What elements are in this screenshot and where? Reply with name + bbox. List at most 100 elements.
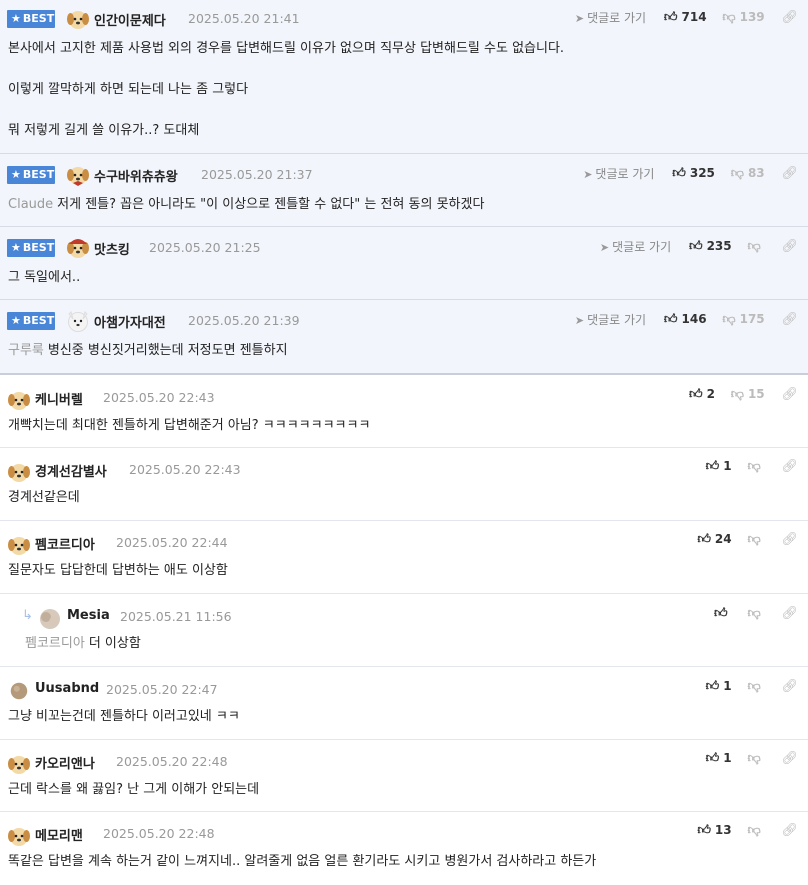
downvote-button[interactable]: 👎︎ — [747, 606, 764, 621]
avatar[interactable] — [38, 607, 62, 631]
nickname[interactable]: 펨코르디아 — [35, 534, 95, 553]
upvote-button[interactable]: 👍︎ 24 — [697, 532, 731, 547]
thumb-up-icon: 👍︎ — [688, 239, 703, 254]
thumb-down-icon: 👎︎ — [747, 606, 761, 621]
downvote-button[interactable]: 👎︎ — [747, 823, 764, 838]
thumb-down-icon: 👎︎ — [747, 532, 761, 547]
link-icon[interactable]: 🔗︎ — [781, 10, 798, 25]
downvote-button[interactable]: 👎︎ — [747, 751, 764, 766]
upvote-button[interactable]: 👍︎ 235 — [689, 239, 732, 254]
nickname[interactable]: 경계선감별사 — [35, 461, 107, 480]
thumb-down-icon: 👎︎ — [747, 823, 761, 838]
comment-item: ★ BEST 맛츠킹 2025.05.20 21:25 ➤ 댓글로 가기 👍︎ 235… — [0, 227, 808, 300]
comment-date: 2025.05.21 11:56 — [120, 609, 232, 624]
avatar[interactable] — [10, 682, 28, 700]
nickname[interactable]: 수구바위츄츄왕 — [94, 166, 178, 185]
comment-text: 펨코르디아 더 이상함 — [25, 636, 141, 651]
link-icon[interactable]: 🔗︎ — [781, 387, 798, 402]
thumb-up-icon: 👍︎ — [705, 679, 720, 694]
mention[interactable]: 구루룩 — [8, 343, 44, 358]
upvote-button[interactable]: 👍︎ 146 — [664, 312, 707, 327]
downvote-button[interactable]: 👎︎ — [747, 239, 764, 254]
reply-item: ↳ Mesia 2025.05.21 11:56 👍︎ 👎︎ 🔗︎ 펨코르디아 더… — [0, 594, 808, 667]
upvote-button[interactable]: 👍︎ 1 — [706, 459, 732, 474]
thumb-up-icon: 👍︎ — [705, 459, 720, 474]
comment-actions: ➤ 댓글로 가기 👍︎ 325 👎︎ 83 🔗︎ — [583, 165, 798, 183]
best-badge: ★ BEST — [7, 166, 55, 184]
nickname[interactable]: 메모리맨 — [35, 825, 83, 844]
send-arrow-icon: ➤ — [599, 241, 610, 254]
nickname[interactable]: 아챔가자대전 — [94, 312, 166, 331]
comment-actions: 👍︎ 👎︎ 🔗︎ — [714, 606, 798, 624]
upvote-button[interactable]: 👍︎ 2 — [689, 387, 715, 402]
downvote-button[interactable]: 👎︎ — [747, 459, 764, 474]
link-icon[interactable]: 🔗︎ — [781, 459, 798, 474]
link-icon[interactable]: 🔗︎ — [781, 239, 798, 254]
downvote-button[interactable]: 👎︎ 15 — [731, 387, 765, 402]
downvote-button[interactable]: 👎︎ 175 — [722, 312, 764, 327]
send-arrow-icon: ➤ — [574, 12, 585, 25]
comment-item: 펨코르디아 2025.05.20 22:44 👍︎ 24 👎︎ 🔗︎ 질문자도 답… — [0, 521, 808, 594]
link-icon[interactable]: 🔗︎ — [781, 823, 798, 838]
downvote-button[interactable]: 👎︎ 83 — [731, 166, 765, 181]
thumb-down-icon: 👎︎ — [747, 679, 761, 694]
avatar[interactable] — [7, 388, 31, 412]
upvote-button[interactable]: 👍︎ 325 — [672, 166, 715, 181]
comment-date: 2025.05.20 21:41 — [188, 11, 300, 26]
thumb-down-icon: 👎︎ — [747, 751, 761, 766]
thumb-down-icon: 👎︎ — [747, 239, 761, 254]
upvote-button[interactable]: 👍︎ 1 — [706, 751, 732, 766]
goto-comment-link[interactable]: ➤ 댓글로 가기 — [600, 238, 671, 255]
mention[interactable]: Claude — [8, 197, 53, 212]
link-icon[interactable]: 🔗︎ — [781, 166, 798, 181]
comment-date: 2025.05.20 21:25 — [149, 240, 261, 255]
comment-actions: 👍︎ 2 👎︎ 15 🔗︎ — [689, 387, 798, 405]
thumb-up-icon: 👍︎ — [705, 751, 720, 766]
star-icon: ★ — [11, 314, 21, 327]
link-icon[interactable]: 🔗︎ — [781, 606, 798, 621]
upvote-button[interactable]: 👍︎ — [714, 606, 732, 621]
mention[interactable]: 펨코르디아 — [25, 636, 85, 651]
downvote-button[interactable]: 👎︎ — [747, 679, 764, 694]
link-icon[interactable]: 🔗︎ — [781, 679, 798, 694]
best-badge: ★ BEST — [7, 10, 55, 28]
upvote-button[interactable]: 👍︎ 714 — [664, 10, 707, 25]
downvote-button[interactable]: 👎︎ 139 — [722, 10, 764, 25]
comment-date: 2025.05.20 22:43 — [129, 462, 241, 477]
thumb-down-icon: 👎︎ — [747, 459, 761, 474]
comment-item: ★ BEST 아챔가자대전 2025.05.20 21:39 ➤ 댓글로 가기 👍︎… — [0, 300, 808, 375]
link-icon[interactable]: 🔗︎ — [781, 751, 798, 766]
avatar[interactable] — [7, 752, 31, 776]
nickname[interactable]: Uusabnd — [35, 681, 99, 696]
upvote-button[interactable]: 👍︎ 1 — [706, 679, 732, 694]
star-icon: ★ — [11, 241, 21, 254]
avatar[interactable] — [7, 824, 31, 848]
avatar[interactable] — [7, 533, 31, 557]
nickname[interactable]: 카오리앤나 — [35, 753, 95, 772]
comment-date: 2025.05.20 21:37 — [201, 167, 313, 182]
avatar[interactable] — [66, 7, 90, 31]
nickname[interactable]: 인간이문제다 — [94, 10, 166, 29]
comment-item: 메모리맨 2025.05.20 22:48 👍︎ 13 👎︎ 🔗︎ 똑같은 답변을… — [0, 812, 808, 885]
downvote-button[interactable]: 👎︎ — [747, 532, 764, 547]
goto-comment-link[interactable]: ➤ 댓글로 가기 — [583, 165, 654, 182]
goto-comment-link[interactable]: ➤ 댓글로 가기 — [575, 9, 646, 26]
comment-actions: 👍︎ 1 👎︎ 🔗︎ — [706, 459, 798, 477]
comment-text: 똑같은 답변을 계속 하는거 같이 느껴지네.. 알려줄게 없음 얼른 환기라도… — [8, 854, 597, 869]
upvote-button[interactable]: 👍︎ 13 — [697, 823, 731, 838]
nickname[interactable]: Mesia — [67, 608, 110, 623]
avatar[interactable] — [66, 236, 90, 260]
comment-text: 구루룩 병신중 병신짓거리했는데 저정도면 젠틀하지 — [8, 343, 288, 358]
link-icon[interactable]: 🔗︎ — [781, 312, 798, 327]
avatar[interactable] — [7, 460, 31, 484]
thumb-up-icon: 👍︎ — [697, 532, 711, 547]
nickname[interactable]: 케니버렐 — [35, 389, 83, 408]
comment-actions: ➤ 댓글로 가기 👍︎ 714 👎︎ 139 🔗︎ — [575, 9, 798, 27]
avatar[interactable] — [66, 309, 90, 333]
link-icon[interactable]: 🔗︎ — [781, 532, 798, 547]
nickname[interactable]: 맛츠킹 — [94, 239, 130, 258]
avatar[interactable] — [66, 163, 90, 187]
goto-comment-link[interactable]: ➤ 댓글로 가기 — [575, 311, 646, 328]
best-badge: ★ BEST — [7, 312, 55, 330]
thumb-up-icon: 👍︎ — [663, 312, 678, 327]
